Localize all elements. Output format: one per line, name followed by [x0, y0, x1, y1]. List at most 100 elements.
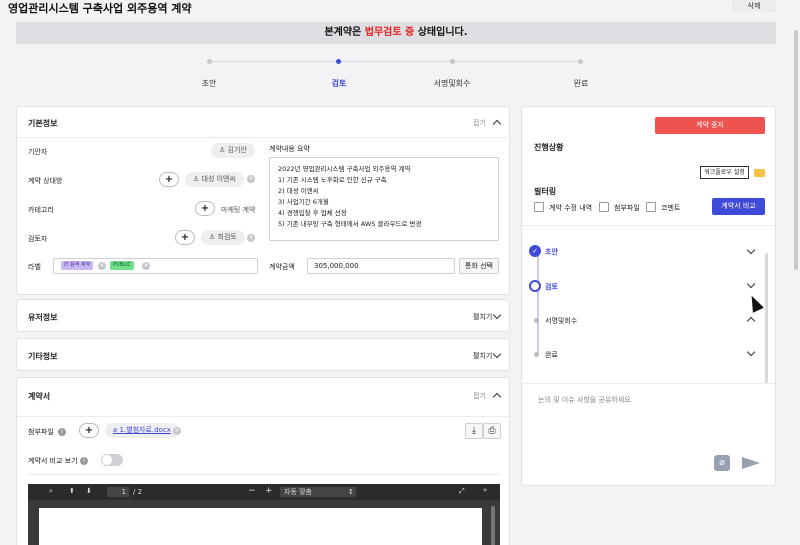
- add-category-button[interactable]: +: [195, 201, 215, 216]
- filter-attachment-label[interactable]: 첨부파일: [614, 203, 640, 213]
- expand-label[interactable]: 펼치기: [473, 351, 492, 361]
- add-attachment-button[interactable]: +: [79, 423, 99, 438]
- divider: [17, 416, 511, 417]
- amount-input[interactable]: 305,000,000: [307, 258, 455, 274]
- remove-counterparty-icon[interactable]: ×: [247, 175, 255, 183]
- step-dot-review: [336, 59, 341, 64]
- filter-history-label[interactable]: 계약 수정 내역: [549, 203, 592, 213]
- contract-title: 계약서: [28, 392, 51, 401]
- mail-icon[interactable]: [754, 169, 765, 177]
- summary-line: 4) 경쟁입찰 후 업체 선정: [278, 209, 347, 217]
- tag-public: PUBLIC: [110, 261, 134, 270]
- step-review[interactable]: 검토: [299, 78, 379, 89]
- summary-line: 2022년 영업관리시스템 구축사업 외주용역 계약: [278, 165, 411, 173]
- chevron-up-icon[interactable]: [492, 392, 502, 402]
- timeline-dot: [534, 352, 539, 357]
- print-icon[interactable]: ⎙: [483, 423, 501, 439]
- chevron-updown-icon: ↕: [348, 488, 354, 496]
- filter-title: 필터링: [534, 187, 557, 196]
- remove-tag-icon[interactable]: ×: [142, 262, 150, 270]
- summary-box[interactable]: 2022년 영업관리시스템 구축사업 외주용역 계약 1) 기존 시스템 노후화…: [269, 157, 499, 241]
- workflow-settings-button[interactable]: 워크플로우 설정: [700, 166, 749, 179]
- attach-label: 첨부파일: [28, 428, 54, 436]
- timeline-done-label[interactable]: 완료: [545, 350, 558, 360]
- counterparty-name: 대성 이앤씨: [201, 175, 236, 183]
- current-step-icon: [529, 280, 541, 292]
- divider: [17, 137, 511, 138]
- chevron-down-icon[interactable]: [492, 310, 502, 320]
- compare-contract-button[interactable]: 계약서 비교: [712, 198, 765, 215]
- banner-suffix: 상태입니다.: [417, 27, 468, 38]
- next-page-icon[interactable]: ⬇: [86, 487, 92, 495]
- remove-file-icon[interactable]: ×: [173, 427, 181, 435]
- stop-contract-button[interactable]: 계약 중지: [655, 117, 765, 134]
- zoom-select[interactable]: 자동 맞춤 ↕: [280, 487, 356, 497]
- category-value: 마케팅 계약: [221, 206, 256, 214]
- progress-title: 진행상황: [534, 143, 564, 152]
- pdf-toolbar: ⌕ ⬆ ⬇ 1 / 2 − + 자동 맞춤 ↕ ⤢ »: [28, 484, 500, 500]
- remove-reviewer-icon[interactable]: ×: [247, 234, 255, 242]
- zoom-in-icon[interactable]: +: [265, 486, 273, 496]
- delete-button[interactable]: 삭제: [732, 0, 776, 12]
- more-tools-icon[interactable]: »: [483, 486, 487, 494]
- comment-input[interactable]: 논의 및 이슈 사항을 공유하세요.: [538, 395, 758, 405]
- currency-select-button[interactable]: 통화 선택: [459, 258, 499, 274]
- download-icon[interactable]: ⤓: [465, 423, 483, 439]
- step-dot-draft: [207, 59, 212, 64]
- zoom-out-icon[interactable]: −: [248, 486, 256, 496]
- banner-prefix: 본계약은: [324, 27, 362, 38]
- scrollbar[interactable]: [794, 30, 798, 270]
- reviewer-label: 검토자: [28, 235, 48, 243]
- other-info-panel[interactable]: 기타정보 펼치기: [16, 338, 510, 371]
- timeline-sign-label[interactable]: 서명및회수: [545, 316, 577, 326]
- divider: [522, 225, 777, 226]
- add-reviewer-button[interactable]: +: [175, 230, 195, 245]
- filter-attachment-checkbox[interactable]: [599, 202, 609, 212]
- fullscreen-icon[interactable]: ⤢: [459, 487, 465, 496]
- counterparty-chip: ♙ 대성 이앤씨: [185, 172, 244, 187]
- user-info-title: 유저정보: [28, 313, 58, 322]
- amount-value: 305,000,000: [314, 262, 359, 270]
- remove-tag-icon[interactable]: ×: [98, 262, 106, 270]
- user-icon: ♙: [193, 175, 200, 183]
- pdf-scrollbar[interactable]: [491, 506, 495, 545]
- pdf-viewer[interactable]: ⌕ ⬆ ⬇ 1 / 2 − + 자동 맞춤 ↕ ⤢ »: [28, 484, 500, 545]
- prev-page-icon[interactable]: ⬆: [69, 487, 75, 495]
- amount-label: 계약금액: [269, 263, 295, 271]
- timeline-line: [537, 252, 539, 356]
- summary-line: 3) 사업기간 6개월: [278, 198, 329, 206]
- filter-history-checkbox[interactable]: [534, 202, 544, 212]
- tag-it: IT 용역 계약: [61, 261, 94, 270]
- chevron-up-icon[interactable]: [492, 119, 502, 129]
- compare-label: 계약서 비교 보기: [28, 457, 78, 465]
- add-counterparty-button[interactable]: +: [159, 172, 179, 187]
- timeline-draft-label[interactable]: 초안: [545, 247, 558, 257]
- timeline-dot: [534, 318, 539, 323]
- expand-label[interactable]: 펼치기: [473, 312, 492, 322]
- search-icon[interactable]: ⌕: [49, 487, 53, 496]
- file-chip[interactable]: ⌀ 1.별첨자료.docx: [105, 423, 179, 438]
- file-name[interactable]: 1.별첨자료.docx: [119, 426, 170, 434]
- step-done[interactable]: 완료: [541, 78, 621, 89]
- user-info-panel[interactable]: 유저정보 펼치기: [16, 299, 510, 332]
- stepper-line: [208, 61, 580, 62]
- step-dot-sign: [450, 59, 455, 64]
- status-text: 법무검토 중: [364, 27, 415, 38]
- step-dot-done: [578, 59, 583, 64]
- compare-toggle[interactable]: [101, 454, 123, 466]
- attach-comment-button[interactable]: ⌀: [714, 455, 730, 471]
- step-sign[interactable]: 서명및회수: [412, 78, 492, 89]
- toggle-knob: [102, 455, 112, 465]
- summary-line: 1) 기존 시스템 노후화로 인한 신규 구축: [278, 176, 387, 184]
- send-icon[interactable]: [742, 457, 760, 469]
- filter-comment-checkbox[interactable]: [646, 202, 656, 212]
- timeline-scrollbar[interactable]: [765, 253, 768, 383]
- chevron-down-icon[interactable]: [492, 349, 502, 359]
- step-draft[interactable]: 초안: [169, 78, 249, 89]
- timeline-review-label[interactable]: 검토: [545, 282, 558, 292]
- fold-label[interactable]: 접기: [473, 391, 486, 401]
- page-input[interactable]: 1: [107, 487, 129, 497]
- filter-comment-label[interactable]: 코멘트: [661, 203, 680, 213]
- info-icon: i: [80, 457, 88, 465]
- fold-label[interactable]: 접기: [473, 118, 486, 128]
